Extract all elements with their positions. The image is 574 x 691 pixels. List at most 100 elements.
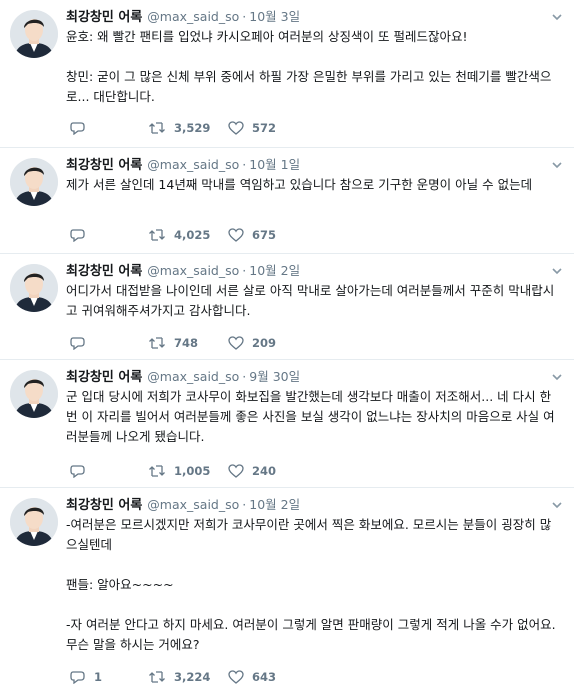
tweet-header: 최강창민 어록 @max_said_so · 10월 2일	[66, 262, 546, 280]
user-handle[interactable]: @max_said_so	[147, 369, 239, 384]
reply-icon	[70, 229, 85, 242]
like-button[interactable]: 240	[228, 462, 276, 480]
tweet-text-line: 창민: 굳이 그 많은 신체 부위 중에서 하필 가장 은밀한 부위를 가리고 …	[66, 69, 552, 104]
display-name[interactable]: 최강창민 어록	[66, 370, 142, 385]
chevron-down-icon[interactable]	[550, 157, 564, 171]
retweet-count: 748	[174, 336, 199, 350]
timestamp[interactable]: 10월 1일	[249, 157, 300, 172]
timestamp[interactable]: 10월 2일	[249, 263, 300, 278]
avatar[interactable]	[10, 158, 58, 206]
chevron-down-icon[interactable]	[550, 263, 564, 277]
tweet-header: 최강창민 어록 @max_said_so · 9월 30일	[66, 368, 546, 386]
retweet-count: 3,529	[174, 121, 211, 135]
like-button[interactable]: 572	[228, 119, 276, 137]
like-button[interactable]: 675	[228, 226, 276, 244]
tweet[interactable]: 최강창민 어록 @max_said_so · 10월 1일 제가 서른 살인데 14년…	[0, 148, 574, 254]
separator: ·	[242, 497, 247, 512]
like-button[interactable]: 209	[228, 334, 276, 352]
like-count: 572	[252, 121, 277, 135]
heart-icon	[228, 121, 244, 135]
display-name[interactable]: 최강창민 어록	[66, 158, 142, 173]
tweet-text: 윤호: 왜 빨간 팬티를 입었냐 카시오페아 여러분의 상징색이 또 펄레드잖아…	[66, 27, 560, 107]
retweet-icon	[149, 337, 165, 349]
reply-button[interactable]	[70, 119, 94, 137]
like-count: 209	[252, 336, 277, 350]
tweet-actions: 1 3,224 643	[70, 668, 370, 686]
separator: ·	[242, 263, 247, 278]
like-count: 675	[252, 228, 277, 242]
display-name[interactable]: 최강창민 어록	[66, 498, 142, 513]
heart-icon	[228, 464, 244, 478]
tweet[interactable]: 최강창민 어록 @max_said_so · 9월 30일 군 입대 당시에 저희가 …	[0, 360, 574, 488]
reply-icon	[70, 122, 85, 135]
avatar[interactable]	[10, 370, 58, 418]
like-count: 643	[252, 670, 277, 684]
reply-icon	[70, 671, 85, 684]
timestamp[interactable]: 10월 2일	[249, 497, 300, 512]
avatar[interactable]	[10, 498, 58, 546]
retweet-button[interactable]: 3,224	[148, 668, 210, 686]
avatar[interactable]	[10, 10, 58, 58]
heart-icon	[228, 336, 244, 350]
tweet-text-line: -자 여러분 안다고 하지 마세요. 여러분이 그렇게 알면 판매량이 그렇게 …	[66, 617, 556, 652]
reply-button[interactable]	[70, 334, 94, 352]
reply-count: 1	[94, 670, 103, 684]
heart-icon	[228, 670, 244, 684]
tweet-text: 어디가서 대접받을 나이인데 서른 살로 아직 막내로 살아가는데 여러분들께서…	[66, 281, 560, 321]
retweet-button[interactable]: 1,005	[148, 462, 210, 480]
retweet-button[interactable]: 748	[148, 334, 198, 352]
chevron-down-icon[interactable]	[550, 369, 564, 383]
tweet-text-line: 윤호: 왜 빨간 팬티를 입었냐 카시오페아 여러분의 상징색이 또 펄레드잖아…	[66, 29, 468, 44]
tweet-actions: 4,025 675	[70, 226, 370, 244]
timestamp[interactable]: 10월 3일	[249, 9, 300, 24]
reply-button[interactable]: 1	[70, 668, 102, 686]
user-handle[interactable]: @max_said_so	[147, 263, 239, 278]
separator: ·	[242, 9, 247, 24]
retweet-icon	[149, 122, 165, 134]
chevron-down-icon[interactable]	[550, 497, 564, 511]
tweet-text-line: 군 입대 당시에 저희가 코사무이 화보집을 발간했는데 생각보다 매출이 저조…	[66, 389, 555, 444]
tweet-text: 제가 서른 살인데 14년째 막내를 역임하고 있습니다 참으로 기구한 운명이…	[66, 175, 560, 195]
user-handle[interactable]: @max_said_so	[147, 497, 239, 512]
retweet-count: 1,005	[174, 464, 211, 478]
retweet-button[interactable]: 3,529	[148, 119, 210, 137]
user-handle[interactable]: @max_said_so	[147, 9, 239, 24]
tweet[interactable]: 최강창민 어록 @max_said_so · 10월 2일 어디가서 대접받을 나이인…	[0, 254, 574, 360]
timestamp[interactable]: 9월 30일	[249, 369, 300, 384]
tweet-actions: 3,529 572	[70, 119, 370, 137]
tweet[interactable]: 최강창민 어록 @max_said_so · 10월 3일 윤호: 왜 빨간 팬티를 …	[0, 0, 574, 148]
user-handle[interactable]: @max_said_so	[147, 157, 239, 172]
reply-button[interactable]	[70, 462, 94, 480]
chevron-down-icon[interactable]	[550, 9, 564, 23]
timeline: 최강창민 어록 @max_said_so · 10월 3일 윤호: 왜 빨간 팬티를 …	[0, 0, 574, 691]
tweet-text: -여러분은 모르시겠지만 저희가 코사무이란 곳에서 찍은 화보에요. 모르시는…	[66, 515, 560, 655]
retweet-count: 3,224	[174, 670, 211, 684]
heart-icon	[228, 228, 244, 242]
display-name[interactable]: 최강창민 어록	[66, 10, 142, 25]
display-name[interactable]: 최강창민 어록	[66, 264, 142, 279]
retweet-icon	[149, 671, 165, 683]
retweet-count: 4,025	[174, 228, 211, 242]
tweet-header: 최강창민 어록 @max_said_so · 10월 2일	[66, 496, 546, 514]
tweet-text-line: -여러분은 모르시겠지만 저희가 코사무이란 곳에서 찍은 화보에요. 모르시는…	[66, 517, 552, 552]
reply-button[interactable]	[70, 226, 94, 244]
tweet-actions: 748 209	[70, 334, 370, 352]
tweet-text-line: 팬들: 알아요~~~~	[66, 577, 174, 592]
like-button[interactable]: 643	[228, 668, 276, 686]
avatar[interactable]	[10, 264, 58, 312]
separator: ·	[242, 369, 247, 384]
tweet[interactable]: 최강창민 어록 @max_said_so · 10월 2일 -여러분은 모르시겠지만 …	[0, 488, 574, 691]
tweet-text: 군 입대 당시에 저희가 코사무이 화보집을 발간했는데 생각보다 매출이 저조…	[66, 387, 560, 447]
tweet-actions: 1,005 240	[70, 462, 370, 480]
tweet-text-line: 제가 서른 살인데 14년째 막내를 역임하고 있습니다 참으로 기구한 운명이…	[66, 177, 533, 192]
separator: ·	[242, 157, 247, 172]
tweet-header: 최강창민 어록 @max_said_so · 10월 1일	[66, 156, 546, 174]
like-count: 240	[252, 464, 277, 478]
reply-icon	[70, 465, 85, 478]
retweet-button[interactable]: 4,025	[148, 226, 210, 244]
reply-icon	[70, 337, 85, 350]
tweet-header: 최강창민 어록 @max_said_so · 10월 3일	[66, 8, 546, 26]
